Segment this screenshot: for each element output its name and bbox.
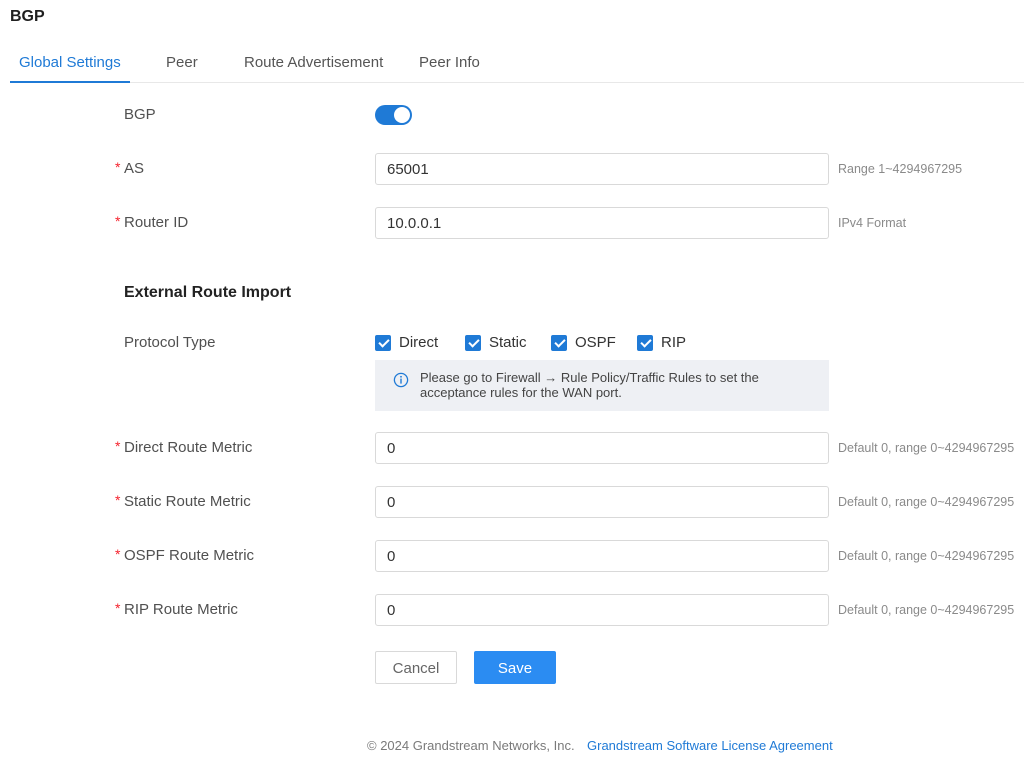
checkbox-static[interactable] xyxy=(465,335,481,351)
checkbox-ospf-label[interactable]: OSPF xyxy=(575,327,616,359)
page-title: BGP xyxy=(10,8,45,25)
notice-text: Please go to Firewall → Rule Policy/Traf… xyxy=(420,370,759,400)
ospf-route-metric-input[interactable] xyxy=(375,540,829,572)
as-input[interactable] xyxy=(375,153,829,185)
router-id-row: * Router ID IPv4 Format xyxy=(0,207,1024,239)
bgp-row: BGP xyxy=(0,99,1024,131)
rip-route-metric-row: * RIP Route Metric Default 0, range 0~42… xyxy=(0,594,1024,626)
required-mark: * xyxy=(115,438,121,454)
static-route-metric-label: Static Route Metric xyxy=(124,493,251,510)
tab-global-settings[interactable]: Global Settings xyxy=(10,44,130,83)
checkbox-ospf[interactable] xyxy=(551,335,567,351)
notice-line: Please go to Firewall → Rule Policy/Traf… xyxy=(420,370,759,385)
rip-route-metric-input[interactable] xyxy=(375,594,829,626)
direct-route-metric-row: * Direct Route Metric Default 0, range 0… xyxy=(0,432,1024,464)
check-icon xyxy=(553,336,566,348)
tab-bar: Global Settings Peer Route Advertisement… xyxy=(10,44,1024,83)
router-id-hint: IPv4 Format xyxy=(838,216,907,230)
static-route-metric-hint: Default 0, range 0~4294967295 xyxy=(838,495,1015,509)
bgp-toggle[interactable] xyxy=(375,105,412,125)
check-icon xyxy=(467,336,480,348)
required-mark: * xyxy=(115,213,121,229)
ospf-route-metric-row: * OSPF Route Metric Default 0, range 0~4… xyxy=(0,540,1024,572)
checkbox-rip[interactable] xyxy=(637,335,653,351)
tab-peer[interactable]: Peer xyxy=(157,44,207,83)
router-id-label: Router ID xyxy=(124,214,189,231)
check-icon xyxy=(377,336,390,348)
direct-route-metric-label: Direct Route Metric xyxy=(124,439,253,456)
notice-line: acceptance rules for the WAN port. xyxy=(420,385,622,400)
checkbox-direct[interactable] xyxy=(375,335,391,351)
section-title-external-route-import: External Route Import xyxy=(124,284,292,301)
as-hint: Range 1~4294967295 xyxy=(838,162,963,176)
checkbox-direct-label[interactable]: Direct xyxy=(399,327,438,359)
info-icon xyxy=(393,372,409,388)
as-row: * AS Range 1~4294967295 xyxy=(0,153,1024,185)
firewall-notice: Please go to Firewall → Rule Policy/Traf… xyxy=(375,360,829,411)
cancel-button[interactable]: Cancel xyxy=(375,651,457,684)
tab-route-advertisement[interactable]: Route Advertisement xyxy=(235,44,392,83)
protocol-type-label: Protocol Type xyxy=(124,334,216,351)
footer-copyright: © 2024 Grandstream Networks, Inc. xyxy=(367,738,575,753)
static-route-metric-row: * Static Route Metric Default 0, range 0… xyxy=(0,486,1024,518)
router-id-input[interactable] xyxy=(375,207,829,239)
ospf-route-metric-hint: Default 0, range 0~4294967295 xyxy=(838,549,1015,563)
rip-route-metric-hint: Default 0, range 0~4294967295 xyxy=(838,603,1015,617)
checkbox-rip-label[interactable]: RIP xyxy=(661,327,686,359)
save-button[interactable]: Save xyxy=(474,651,556,684)
required-mark: * xyxy=(115,546,121,562)
bgp-label: BGP xyxy=(124,106,156,123)
check-icon xyxy=(639,336,652,348)
tab-peer-info[interactable]: Peer Info xyxy=(410,44,489,83)
required-mark: * xyxy=(115,492,121,508)
ospf-route-metric-label: OSPF Route Metric xyxy=(124,547,255,564)
static-route-metric-input[interactable] xyxy=(375,486,829,518)
license-agreement-link[interactable]: Grandstream Software License Agreement xyxy=(587,738,833,754)
protocol-type-row: Protocol Type Direct Static OSPF RIP xyxy=(0,327,1024,359)
direct-route-metric-input[interactable] xyxy=(375,432,829,464)
toggle-knob xyxy=(394,107,410,123)
rip-route-metric-label: RIP Route Metric xyxy=(124,601,238,618)
direct-route-metric-hint: Default 0, range 0~4294967295 xyxy=(838,441,1015,455)
as-label: AS xyxy=(124,160,145,177)
required-mark: * xyxy=(115,159,121,175)
checkbox-static-label[interactable]: Static xyxy=(489,327,527,359)
required-mark: * xyxy=(115,600,121,616)
